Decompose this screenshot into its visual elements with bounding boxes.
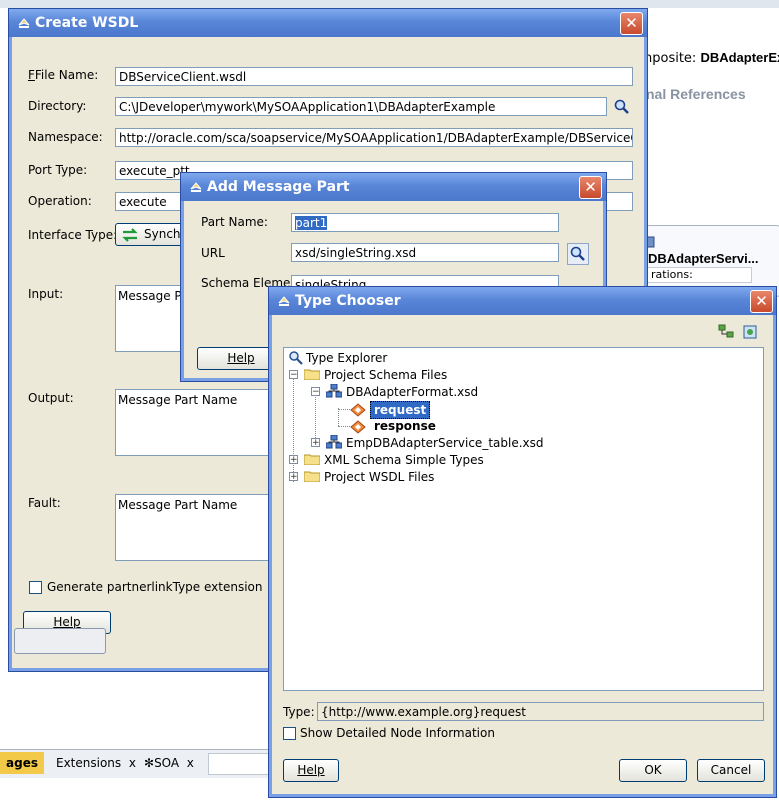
show-detailed-checkbox[interactable] xyxy=(283,727,296,740)
tree-node-response[interactable]: response xyxy=(374,418,436,434)
interface-type-label: Interface Type: xyxy=(28,228,118,242)
type-chooser-dialog: Type Chooser ✕ Type Explorer − Project S… xyxy=(268,286,777,798)
help-button-label: Help xyxy=(53,615,81,629)
tab-close-icon[interactable]: x xyxy=(187,756,194,770)
expand-icon[interactable]: + xyxy=(289,472,298,482)
file-name-label-text: File Name: xyxy=(34,68,99,82)
tree-connector xyxy=(315,390,316,444)
folder-icon xyxy=(304,454,320,465)
collapse-icon[interactable]: − xyxy=(289,370,298,380)
url-label: URL xyxy=(201,246,225,260)
add-message-part-titlebar[interactable]: Add Message Part ✕ xyxy=(181,173,606,201)
refresh-icon[interactable] xyxy=(741,323,761,341)
namespace-label: Namespace: xyxy=(28,130,103,144)
output-table-header: Message Part Name xyxy=(118,393,238,407)
jdev-icon xyxy=(18,18,30,28)
output-message-table[interactable]: Message Part Name xyxy=(115,389,285,456)
service-name: DBAdapterServi... xyxy=(648,251,759,266)
search-icon[interactable] xyxy=(613,98,631,116)
type-chooser-titlebar[interactable]: Type Chooser ✕ xyxy=(269,287,776,315)
tree-connector xyxy=(338,409,350,410)
create-wsdl-titlebar[interactable]: Create WSDL ✕ xyxy=(9,9,647,37)
jdev-icon xyxy=(190,182,202,192)
jdev-icon xyxy=(278,296,290,306)
partnerlink-checkbox[interactable] xyxy=(29,581,42,594)
part-name-value: part1 xyxy=(295,216,328,230)
help-button[interactable]: Help xyxy=(283,759,339,782)
schema-file-icon xyxy=(326,384,342,398)
help-button-label: Help xyxy=(297,763,325,777)
tree-node-request[interactable]: request xyxy=(370,401,431,419)
ide-toolbar xyxy=(0,0,779,8)
tab-pages[interactable]: ages xyxy=(0,752,44,774)
browse-search-button[interactable] xyxy=(567,243,589,265)
search-icon xyxy=(570,246,585,261)
soa-icon: ✻ xyxy=(144,756,155,770)
dialog-title: Create WSDL xyxy=(35,15,139,31)
tab-extensions[interactable]: Extensions x xyxy=(50,752,142,774)
tab-close-icon[interactable]: x xyxy=(129,756,136,770)
schema-file-icon xyxy=(326,435,342,449)
close-button[interactable]: ✕ xyxy=(620,12,643,35)
tab-soa[interactable]: ✻SOA x xyxy=(138,752,200,774)
dialog-title: Type Chooser xyxy=(295,293,401,309)
folder-icon xyxy=(304,471,320,482)
element-icon xyxy=(350,420,366,434)
close-button[interactable]: ✕ xyxy=(750,290,773,313)
tree-connector xyxy=(293,374,294,482)
fault-message-table[interactable]: Message Part Name xyxy=(115,494,285,561)
cancel-button-label: Cancel xyxy=(710,763,752,777)
tree-node-xml-schema-simple-types[interactable]: XML Schema Simple Types xyxy=(324,452,484,468)
tree-connector xyxy=(338,426,350,427)
input-label: Input: xyxy=(28,287,64,301)
collapse-icon[interactable]: − xyxy=(311,387,320,397)
fault-label: Fault: xyxy=(28,496,61,510)
composite-title: nposite: DBAdapterExa xyxy=(644,50,779,66)
ok-button-label: OK xyxy=(644,763,662,777)
tree-node-project-schema-files[interactable]: Project Schema Files xyxy=(324,367,447,383)
operations-label: rations: xyxy=(646,267,752,283)
fault-table-header: Message Part Name xyxy=(118,498,238,512)
part-name-field[interactable]: part1 xyxy=(291,213,559,232)
partnerlink-label: Generate partnerlinkType extension xyxy=(47,580,263,594)
element-icon xyxy=(350,403,366,417)
output-label: Output: xyxy=(28,391,74,405)
ok-button[interactable]: OK xyxy=(619,759,687,782)
type-field: {http://www.example.org}request xyxy=(317,702,764,721)
tree-node-type-explorer[interactable]: Type Explorer xyxy=(306,350,387,366)
tree-node-project-wsdl-files[interactable]: Project WSDL Files xyxy=(324,469,434,485)
directory-label: Directory: xyxy=(28,99,87,113)
file-name-field[interactable]: DBServiceClient.wsdl xyxy=(115,67,633,86)
directory-field[interactable]: C:\JDeveloper\mywork\MySOAApplication1\D… xyxy=(115,97,607,116)
tree-node-empdbadapterservice-table-xsd[interactable]: EmpDBAdapterService_table.xsd xyxy=(346,435,544,451)
expand-icon[interactable]: + xyxy=(311,438,320,448)
dialog-title: Add Message Part xyxy=(207,179,350,195)
cancel-button[interactable]: Cancel xyxy=(697,759,765,782)
sync-arrows-icon xyxy=(122,228,138,242)
namespace-field[interactable]: http://oracle.com/sca/soapservice/MySOAA… xyxy=(115,128,633,147)
hidden-help-button xyxy=(14,628,106,654)
expand-all-icon[interactable] xyxy=(717,323,737,341)
help-button-label: Help xyxy=(227,351,255,365)
url-field[interactable]: xsd/singleString.xsd xyxy=(291,243,559,262)
expand-icon[interactable]: + xyxy=(289,455,298,465)
folder-icon xyxy=(304,369,320,380)
tree-node-dbadapterformat-xsd[interactable]: DBAdapterFormat.xsd xyxy=(346,384,478,400)
bottom-tab-spacer xyxy=(208,753,270,775)
file-name-label: FFile Name: xyxy=(28,68,99,82)
close-button[interactable]: ✕ xyxy=(579,176,602,199)
magnifier-icon xyxy=(288,350,304,366)
operation-label: Operation: xyxy=(28,194,92,208)
part-name-label: Part Name: xyxy=(201,215,268,229)
external-references-header: nal References xyxy=(646,86,746,102)
show-detailed-label: Show Detailed Node Information xyxy=(300,726,495,740)
type-explorer-tree[interactable]: Type Explorer − Project Schema Files − D… xyxy=(283,347,764,691)
tree-connector xyxy=(338,408,339,426)
port-type-label: Port Type: xyxy=(28,163,88,177)
type-label: Type: xyxy=(283,705,315,719)
